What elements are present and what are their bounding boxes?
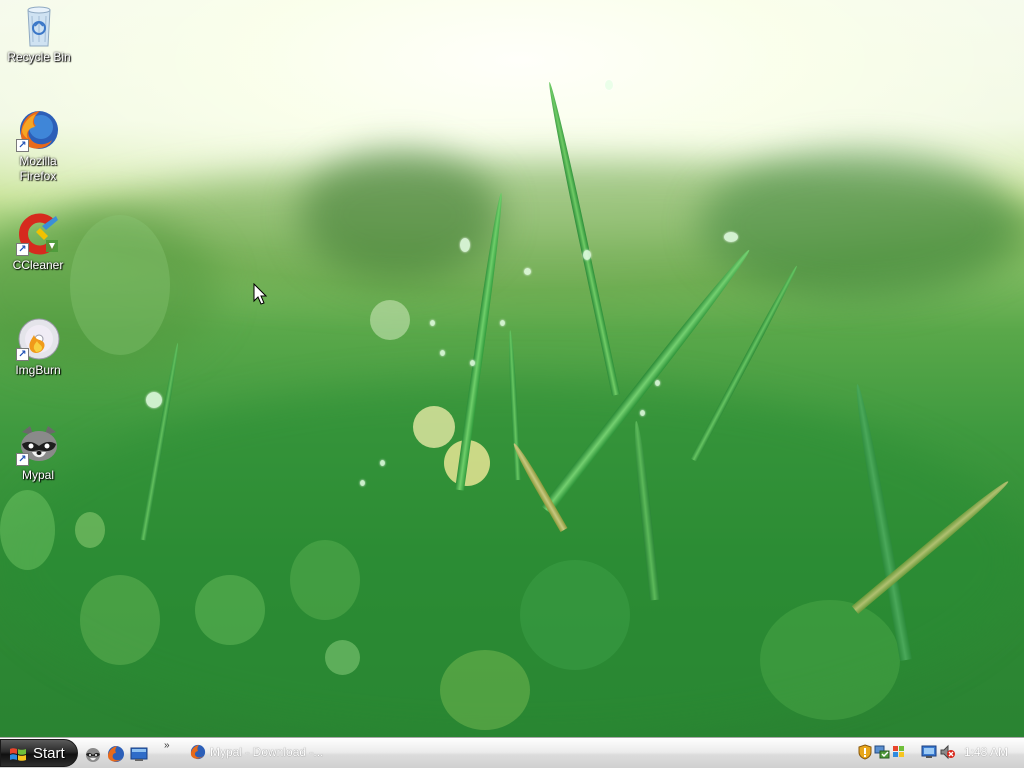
imgburn-icon: ↗: [16, 317, 60, 361]
display-icon[interactable]: [921, 744, 937, 760]
firefox-icon: ↗: [16, 108, 60, 152]
desktop-icon-label: Mypal: [21, 468, 54, 482]
start-label: Start: [33, 745, 65, 762]
desktop-icon-label: ImgBurn: [15, 363, 61, 377]
shortcut-arrow-icon: ↗: [16, 139, 29, 152]
ccleaner-icon: ↗: [16, 212, 60, 256]
mouse-pointer-icon: [253, 283, 267, 305]
windows-flag-icon: [10, 748, 26, 761]
start-button[interactable]: Start: [0, 739, 78, 767]
show-desktop-icon[interactable]: [130, 745, 148, 763]
shortcut-arrow-icon: ↗: [16, 243, 29, 256]
security-shield-icon[interactable]: [857, 744, 873, 760]
desktop-icon-mozilla-firefox[interactable]: ↗ Mozilla Firefox: [0, 108, 76, 184]
mypal-icon: ↗: [16, 422, 60, 466]
desktop-icon-label: Mozilla Firefox: [19, 154, 57, 183]
shortcut-arrow-icon: ↗: [16, 348, 29, 361]
taskbar-button-label: Mypal - Download -...: [210, 745, 324, 759]
desktop-wallpaper: [0, 0, 1024, 738]
desktop-icon-label: Recycle Bin: [7, 50, 71, 64]
desktop-icon-label: CCleaner: [12, 258, 64, 272]
windows-update-icon[interactable]: [891, 744, 907, 760]
volume-muted-icon[interactable]: [939, 744, 955, 760]
taskbar-button-mypal-download[interactable]: Mypal - Download -...: [184, 741, 344, 765]
desktop-icon-mypal[interactable]: ↗ Mypal: [0, 422, 76, 483]
firefox-icon[interactable]: [107, 745, 125, 763]
firefox-icon: [190, 744, 206, 760]
desktop-icon-imgburn[interactable]: ↗ ImgBurn: [0, 317, 76, 378]
mypal-icon[interactable]: [84, 745, 102, 763]
desktop-icon-recycle-bin[interactable]: Recycle Bin: [1, 4, 77, 65]
quick-launch-overflow-chevron[interactable]: »: [164, 740, 169, 751]
desktop-icon-ccleaner[interactable]: ↗ CCleaner: [0, 212, 76, 273]
shortcut-arrow-icon: ↗: [16, 453, 29, 466]
recycle-bin-icon: [17, 4, 61, 48]
taskbar-clock[interactable]: 1:48 AM: [964, 745, 1008, 760]
network-icon[interactable]: [874, 744, 890, 760]
